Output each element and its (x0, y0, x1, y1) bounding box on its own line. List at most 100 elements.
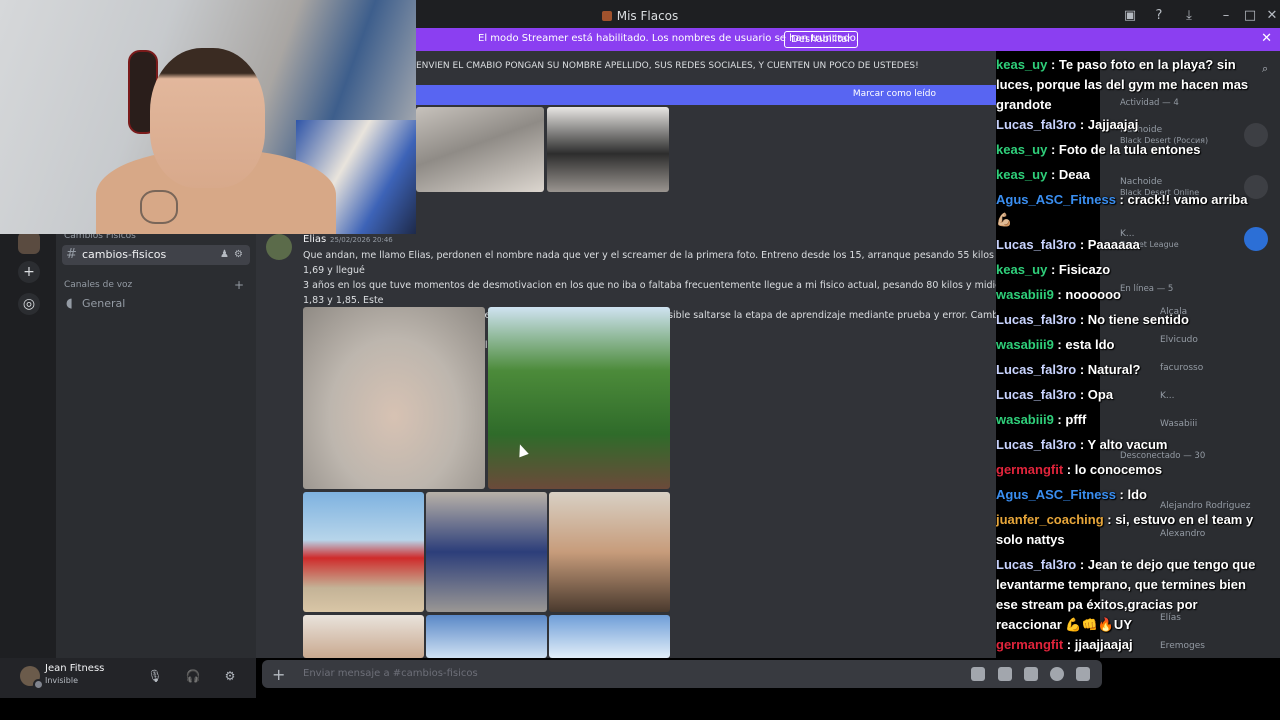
add-server-icon[interactable]: + (18, 261, 40, 283)
twitch-chat-text: Y alto vacum (1087, 437, 1168, 452)
twitch-chat-username: Lucas_fal3ro (996, 557, 1077, 572)
twitch-chat-separator: : (1053, 337, 1066, 352)
twitch-chat-username: Lucas_fal3ro (996, 312, 1077, 327)
twitch-chat-separator: : (1047, 262, 1059, 277)
twitch-chat-username: Lucas_fal3ro (996, 237, 1077, 252)
emoji-icon[interactable] (1050, 667, 1064, 681)
twitch-chat-username: wasabiii9 (996, 412, 1054, 427)
close-icon[interactable]: ✕ (1264, 8, 1280, 24)
invite-icon[interactable]: ♟ (220, 245, 229, 265)
mark-as-read-button[interactable]: Marcar como leído (853, 89, 936, 99)
twitch-chat-separator: : (1076, 237, 1088, 252)
twitch-chat-username: Agus_ASC_Fitness (996, 192, 1116, 207)
settings-icon[interactable]: ⚙ (222, 668, 238, 684)
attachment-image[interactable] (303, 615, 424, 658)
voice-channel-label: General (82, 297, 126, 310)
twitch-chat-message: Lucas_fal3ro : Jajjaajaj (996, 115, 1258, 135)
twitch-chat-username: keas_uy (996, 57, 1048, 72)
message-author[interactable]: Elias (303, 234, 326, 245)
attachment-image[interactable] (416, 107, 544, 192)
apps-icon[interactable] (1076, 667, 1090, 681)
twitch-chat-username: Lucas_fal3ro (996, 117, 1077, 132)
twitch-chat-message: keas_uy : Te paso foto en la playa? sin … (996, 57, 1258, 115)
webcam-person-head (150, 48, 265, 188)
twitch-chat-separator: : (1053, 287, 1066, 302)
attachment-image[interactable] (549, 492, 670, 612)
twitch-chat-text: lo conocemos (1074, 462, 1163, 477)
twitch-chat-message: Lucas_fal3ro : Y alto vacum (996, 435, 1258, 455)
banner-close-icon[interactable]: ✕ (1261, 31, 1272, 46)
twitch-chat-text: No tiene sentido (1087, 312, 1189, 327)
inbox-icon[interactable]: ▣ (1122, 8, 1138, 24)
channel-label: cambios-fisicos (82, 248, 167, 261)
twitch-chat-separator: : (1063, 637, 1075, 652)
attachment-image[interactable] (547, 107, 669, 192)
streamer-mode-banner: El modo Streamer está habilitado. Los no… (416, 28, 1280, 51)
server-icon-current[interactable] (18, 232, 40, 254)
twitch-chat-overlay: keas_uy : Te paso foto en la playa? sin … (996, 57, 1258, 662)
webcam-tattoo (140, 190, 178, 224)
channel-cambios-fisicos[interactable]: # cambios-fisicos ♟ ⚙ (62, 245, 250, 265)
message-composer[interactable]: + Enviar mensaje a #cambios-fisicos (262, 660, 1102, 688)
minimize-icon[interactable]: – (1218, 8, 1234, 24)
attachment-image[interactable] (426, 492, 547, 612)
twitch-chat-separator: : (1076, 557, 1088, 572)
attachment-image[interactable] (426, 615, 547, 658)
category-voice[interactable]: Canales de voz (64, 280, 132, 290)
twitch-chat-message: germangfit : lo conocemos (996, 460, 1258, 480)
hash-icon: # (66, 247, 77, 262)
attachment-image[interactable] (303, 492, 424, 612)
message-line: 3 años en los que tuve momentos de desmo… (303, 280, 996, 306)
add-voice-channel-icon[interactable]: + (234, 278, 244, 292)
user-status: Invisible (45, 676, 78, 685)
server-icon (601, 11, 612, 21)
twitch-chat-text: Fisicazo (1058, 262, 1111, 277)
twitch-chat-message: Agus_ASC_Fitness : crack!! vamo arriba 💪… (996, 190, 1258, 230)
attachment-image[interactable] (488, 307, 670, 489)
explore-icon[interactable]: ◎ (18, 293, 40, 315)
twitch-chat-username: wasabiii9 (996, 337, 1054, 352)
twitch-chat-username: Lucas_fal3ro (996, 437, 1077, 452)
download-icon[interactable]: ⤓ (1181, 8, 1197, 24)
twitch-chat-separator: : (1103, 512, 1116, 527)
disable-streamer-button[interactable]: Deshabilitar (784, 31, 859, 48)
twitch-chat-separator: : (1115, 487, 1128, 502)
server-list: + ◎ (0, 228, 56, 658)
twitch-chat-separator: : (1076, 387, 1088, 402)
microphone-icon[interactable]: 🎙 (147, 668, 163, 684)
webcam-overlay (0, 0, 416, 234)
status-dot (33, 679, 44, 690)
plus-icon[interactable]: + (272, 665, 285, 684)
search-icon[interactable]: ⌕ (1262, 62, 1268, 76)
channel-topic: ENVIEN EL CMABIO PONGAN SU NOMBRE APELLI… (416, 61, 919, 71)
new-messages-bar[interactable]: Marcar como leído (416, 85, 996, 105)
twitch-chat-text: jjaajjaajaj (1074, 637, 1133, 652)
twitch-chat-separator: : (1076, 437, 1088, 452)
twitch-chat-message: keas_uy : Fisicazo (996, 260, 1258, 280)
twitch-chat-separator: : (1047, 57, 1059, 72)
twitch-chat-message: Lucas_fal3ro : No tiene sentido (996, 310, 1258, 330)
username[interactable]: Jean Fitness (45, 663, 104, 674)
maximize-icon[interactable]: □ (1242, 8, 1258, 24)
help-icon[interactable]: ? (1151, 8, 1167, 24)
attachment-image[interactable] (303, 307, 485, 489)
twitch-chat-text: noooooo (1065, 287, 1121, 302)
twitch-chat-text: Opa (1087, 387, 1114, 402)
twitch-chat-username: Lucas_fal3ro (996, 387, 1077, 402)
twitch-chat-separator: : (1053, 412, 1066, 427)
twitch-chat-message: Lucas_fal3ro : Natural? (996, 360, 1258, 380)
twitch-chat-text: esta ldo (1065, 337, 1115, 352)
twitch-chat-separator: : (1047, 167, 1059, 182)
sticker-icon[interactable] (1024, 667, 1038, 681)
gif-icon[interactable] (998, 667, 1012, 681)
channel-settings-icon[interactable]: ⚙ (234, 245, 243, 265)
twitch-chat-text: ldo (1127, 487, 1147, 502)
twitch-chat-message: wasabiii9 : esta ldo (996, 335, 1258, 355)
gift-icon[interactable] (971, 667, 985, 681)
headphones-icon[interactable]: 🎧 (185, 668, 201, 684)
avatar[interactable] (266, 234, 292, 260)
twitch-chat-message: juanfer_coaching : si, estuvo en el team… (996, 510, 1258, 550)
attachment-image[interactable] (549, 615, 670, 658)
twitch-chat-message: keas_uy : Foto de la tula entones (996, 140, 1258, 160)
voice-channel-general[interactable]: ◖ General (62, 294, 250, 314)
